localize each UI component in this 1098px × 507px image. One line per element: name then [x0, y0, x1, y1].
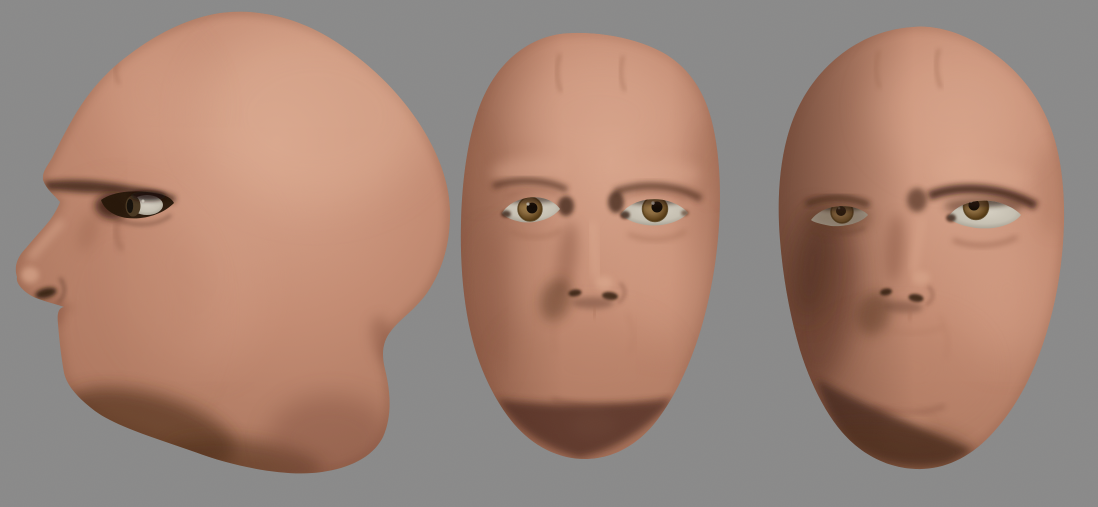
render-canvas [0, 0, 1098, 507]
render-viewport [0, 0, 1098, 507]
film-grain-overlay [0, 0, 1098, 507]
